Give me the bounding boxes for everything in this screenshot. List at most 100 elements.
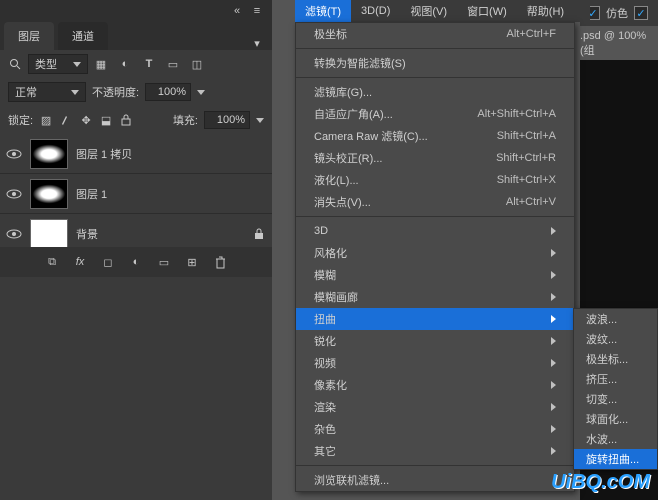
lock-pixels-icon[interactable]: ▨ xyxy=(39,113,53,127)
lock-position-icon[interactable] xyxy=(59,113,73,127)
kind-label: 类型 xyxy=(35,56,57,72)
shape-filter-icon[interactable]: ▭ xyxy=(166,57,180,71)
adjust-filter-icon[interactable]: ◐ xyxy=(118,57,132,71)
smi-pinch[interactable]: 挤压... xyxy=(574,369,657,389)
mi-adaptive-wide[interactable]: 自适应广角(A)...Alt+Shift+Ctrl+A xyxy=(296,103,574,125)
visibility-icon[interactable] xyxy=(6,186,22,202)
lock-artboard-icon[interactable]: ⬓ xyxy=(99,113,113,127)
smi-ripple[interactable]: 波纹... xyxy=(574,329,657,349)
menubar: 滤镜(T) 3D(D) 视图(V) 窗口(W) 帮助(H) xyxy=(295,0,590,22)
tab-menu-icon[interactable]: ▾ xyxy=(250,36,264,50)
submenu-arrow-icon xyxy=(551,447,556,455)
fill-label: 填充: xyxy=(173,112,198,128)
layer-footer: ⧉ fx ◻ ◐ ▭ ⊞ xyxy=(0,247,272,277)
filter-menu: 极坐标Alt+Ctrl+F 转换为智能滤镜(S) 滤镜库(G)... 自适应广角… xyxy=(295,22,575,492)
mi-filter-gallery[interactable]: 滤镜库(G)... xyxy=(296,81,574,103)
tab-channels[interactable]: 通道 xyxy=(58,22,108,50)
menu-help[interactable]: 帮助(H) xyxy=(517,0,574,22)
lock-icon xyxy=(252,227,266,241)
smi-spherize[interactable]: 球面化... xyxy=(574,409,657,429)
mi-lens-correction[interactable]: 镜头校正(R)...Shift+Ctrl+R xyxy=(296,147,574,169)
new-layer-icon[interactable]: ⊞ xyxy=(185,255,199,269)
mi-vanishing-point[interactable]: 消失点(V)...Alt+Ctrl+V xyxy=(296,191,574,213)
menu-window[interactable]: 窗口(W) xyxy=(457,0,517,22)
submenu-arrow-icon xyxy=(551,425,556,433)
filter-icons: ▦ ◐ T ▭ ◫ xyxy=(94,57,204,71)
blend-mode-dropdown[interactable]: 正常 xyxy=(8,82,86,102)
mask-icon[interactable]: ◻ xyxy=(101,255,115,269)
panel-menu-icon[interactable]: ≡ xyxy=(250,4,264,18)
chevron-down-icon xyxy=(73,62,81,67)
smart-filter-icon[interactable]: ◫ xyxy=(190,57,204,71)
lock-all-icon[interactable] xyxy=(119,113,133,127)
menu-filter[interactable]: 滤镜(T) xyxy=(295,0,351,22)
blend-row: 正常 不透明度: 100% xyxy=(0,78,272,106)
document-title: .psd @ 100% (组 xyxy=(580,30,658,58)
checkbox2[interactable]: ✓ xyxy=(634,6,648,20)
layer-row[interactable]: 图层 1 拷贝 xyxy=(0,134,272,174)
menu-separator xyxy=(296,465,574,466)
adjustment-icon[interactable]: ◐ xyxy=(129,255,143,269)
layer-thumbnail[interactable] xyxy=(30,219,68,249)
link-icon[interactable]: ⧉ xyxy=(45,255,59,269)
smi-polar[interactable]: 极坐标... xyxy=(574,349,657,369)
kind-dropdown[interactable]: 类型 xyxy=(28,54,88,74)
pixel-filter-icon[interactable]: ▦ xyxy=(94,57,108,71)
mi-last-filter[interactable]: 极坐标Alt+Ctrl+F xyxy=(296,23,574,45)
mi-stylize[interactable]: 风格化 xyxy=(296,242,574,264)
mi-blur[interactable]: 模糊 xyxy=(296,264,574,286)
lock-row: 锁定: ▨ ✥ ⬓ 填充: 100% xyxy=(0,106,272,134)
chevron-down-icon[interactable] xyxy=(256,118,264,123)
smi-zigzag[interactable]: 水波... xyxy=(574,429,657,449)
blend-mode-value: 正常 xyxy=(15,84,37,100)
mi-noise[interactable]: 杂色 xyxy=(296,418,574,440)
mi-distort[interactable]: 扭曲 xyxy=(296,308,574,330)
group-icon[interactable]: ▭ xyxy=(157,255,171,269)
chevron-down-icon[interactable] xyxy=(197,90,205,95)
chevron-down-icon xyxy=(71,90,79,95)
mi-3d[interactable]: 3D xyxy=(296,220,574,242)
mi-other[interactable]: 其它 xyxy=(296,440,574,462)
trash-icon[interactable] xyxy=(213,255,227,269)
layer-row[interactable]: 图层 1 xyxy=(0,174,272,214)
mi-pixelate[interactable]: 像素化 xyxy=(296,374,574,396)
layer-thumbnail[interactable] xyxy=(30,179,68,209)
filter-row: 类型 ▦ ◐ T ▭ ◫ xyxy=(0,50,272,78)
tab-layers[interactable]: 图层 xyxy=(4,22,54,50)
visibility-icon[interactable] xyxy=(6,146,22,162)
fill-input[interactable]: 100% xyxy=(204,111,250,129)
mi-render[interactable]: 渲染 xyxy=(296,396,574,418)
fx-icon[interactable]: fx xyxy=(73,255,87,269)
layer-name[interactable]: 图层 1 拷贝 xyxy=(76,146,132,162)
opacity-label: 不透明度: xyxy=(92,84,139,100)
layers-panel: « ≡ 图层 通道 ▾ 类型 ▦ ◐ T ▭ ◫ 正常 不透明度: 100% 锁 xyxy=(0,0,272,500)
dither-label: 仿色 xyxy=(606,5,628,21)
submenu-arrow-icon xyxy=(551,359,556,367)
lock-label: 锁定: xyxy=(8,112,33,128)
opacity-input[interactable]: 100% xyxy=(145,83,191,101)
menu-3d[interactable]: 3D(D) xyxy=(351,0,400,22)
mi-liquify[interactable]: 液化(L)...Shift+Ctrl+X xyxy=(296,169,574,191)
layer-name[interactable]: 背景 xyxy=(76,226,98,242)
smi-twirl[interactable]: 旋转扭曲... xyxy=(574,449,657,469)
search-icon[interactable] xyxy=(8,57,22,71)
smi-shear[interactable]: 切变... xyxy=(574,389,657,409)
menu-view[interactable]: 视图(V) xyxy=(400,0,457,22)
collapse-icon[interactable]: « xyxy=(230,4,244,18)
submenu-arrow-icon xyxy=(551,249,556,257)
mi-blur-gallery[interactable]: 模糊画廊 xyxy=(296,286,574,308)
type-filter-icon[interactable]: T xyxy=(142,57,156,71)
site-watermark: UiBQ.cOM xyxy=(551,471,650,494)
mi-browse-online[interactable]: 浏览联机滤镜... xyxy=(296,469,574,491)
submenu-arrow-icon xyxy=(551,271,556,279)
mi-camera-raw[interactable]: Camera Raw 滤镜(C)...Shift+Ctrl+A xyxy=(296,125,574,147)
layer-name[interactable]: 图层 1 xyxy=(76,186,107,202)
layer-thumbnail[interactable] xyxy=(30,139,68,169)
visibility-icon[interactable] xyxy=(6,226,22,242)
lock-move-icon[interactable]: ✥ xyxy=(79,113,93,127)
smi-wave[interactable]: 波浪... xyxy=(574,309,657,329)
mi-sharpen[interactable]: 锐化 xyxy=(296,330,574,352)
mi-video[interactable]: 视频 xyxy=(296,352,574,374)
mi-smart-filter[interactable]: 转换为智能滤镜(S) xyxy=(296,52,574,74)
layers-list: 图层 1 拷贝 图层 1 背景 xyxy=(0,134,272,254)
